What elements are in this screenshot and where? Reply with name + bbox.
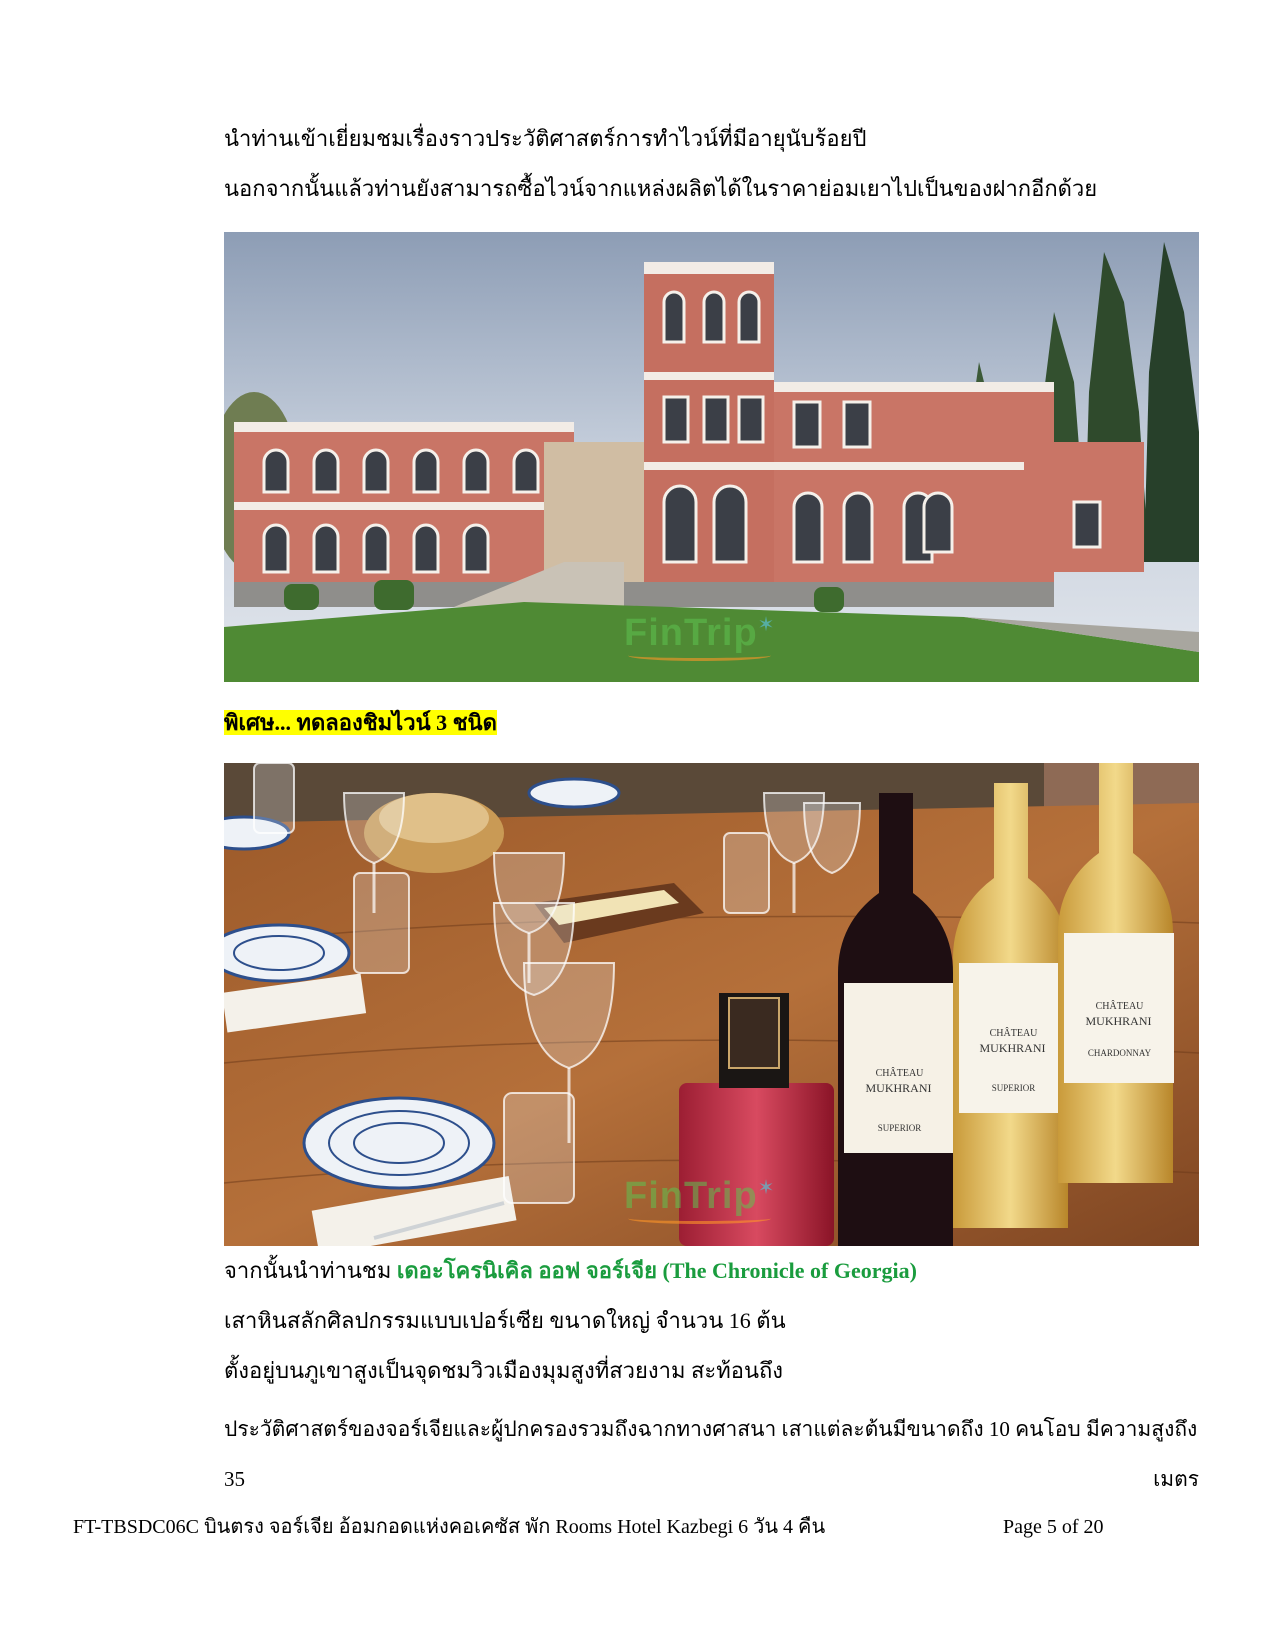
- label-chardonnay: CHARDONNAY: [1087, 1048, 1152, 1058]
- label-chardonnay-mukhrani: MUKHRANI: [1085, 1014, 1152, 1028]
- chronicle-line-1: จากนั้นนำท่านชม เดอะโครนิเคิล ออฟ จอร์เจ…: [224, 1256, 917, 1286]
- intro-line-1: นำท่านเข้าเยี่ยมชมเรื่องราวประวัติศาสตร์…: [224, 126, 867, 151]
- winery-castle-photo: FinTrip✶: [224, 232, 1199, 682]
- fintrip-watermark-2: FinTrip✶: [624, 1175, 776, 1224]
- wine-tasting-photo: CHÂTEAU MUKHRANI SUPERIOR CHÂTEAU MUKHRA…: [224, 763, 1199, 1246]
- wine-table-illustration: [224, 763, 1199, 1246]
- label-white-wine: SUPERIOR: [991, 1083, 1036, 1093]
- label-red-chateau: CHÂTEAU: [875, 1068, 924, 1079]
- special-highlight: พิเศษ... ทดลองชิมไวน์ 3 ชนิด: [224, 710, 497, 735]
- label-chardonnay-chateau: CHÂTEAU: [1095, 1001, 1144, 1012]
- label-red-mukhrani: MUKHRANI: [865, 1081, 932, 1095]
- chronicle-line-5-left: 35: [224, 1467, 245, 1491]
- footer-page-number: Page 5 of 20: [1003, 1516, 1104, 1538]
- special-label: พิเศษ... ทดลองชิมไวน์ 3 ชนิด: [224, 708, 497, 740]
- label-white-mukhrani: MUKHRANI: [979, 1041, 1046, 1055]
- chronicle-line-5-right: เมตร: [1153, 1467, 1199, 1491]
- chronicle-name: เดอะโครนิเคิล ออฟ จอร์เจีย (The Chronicl…: [396, 1258, 917, 1283]
- label-white-chateau: CHÂTEAU: [989, 1028, 1038, 1039]
- chronicle-prefix: จากนั้นนำท่านชม: [224, 1258, 397, 1283]
- star-icon: ✶: [757, 614, 776, 636]
- intro-line-2: นอกจากนั้นแล้วท่านยังสามารถซื้อไวน์จากแห…: [224, 176, 1098, 201]
- footer-title: FT-TBSDC06C บินตรง จอร์เจีย อ้อมกอดแห่งค…: [73, 1516, 826, 1538]
- label-red-wine: SUPERIOR: [877, 1123, 922, 1133]
- chronicle-line-4: ประวัติศาสตร์ของจอร์เจียและผู้ปกครองรวมถ…: [224, 1417, 1198, 1441]
- star-icon-2: ✶: [757, 1177, 776, 1199]
- fintrip-watermark: FinTrip✶: [624, 612, 776, 661]
- chronicle-line-3: ตั้งอยู่บนภูเขาสูงเป็นจุดชมวิวเมืองมุมสู…: [224, 1358, 784, 1383]
- chronicle-line-2: เสาหินสลักศิลปกรรมแบบเปอร์เซีย ขนาดใหญ่ …: [224, 1308, 786, 1333]
